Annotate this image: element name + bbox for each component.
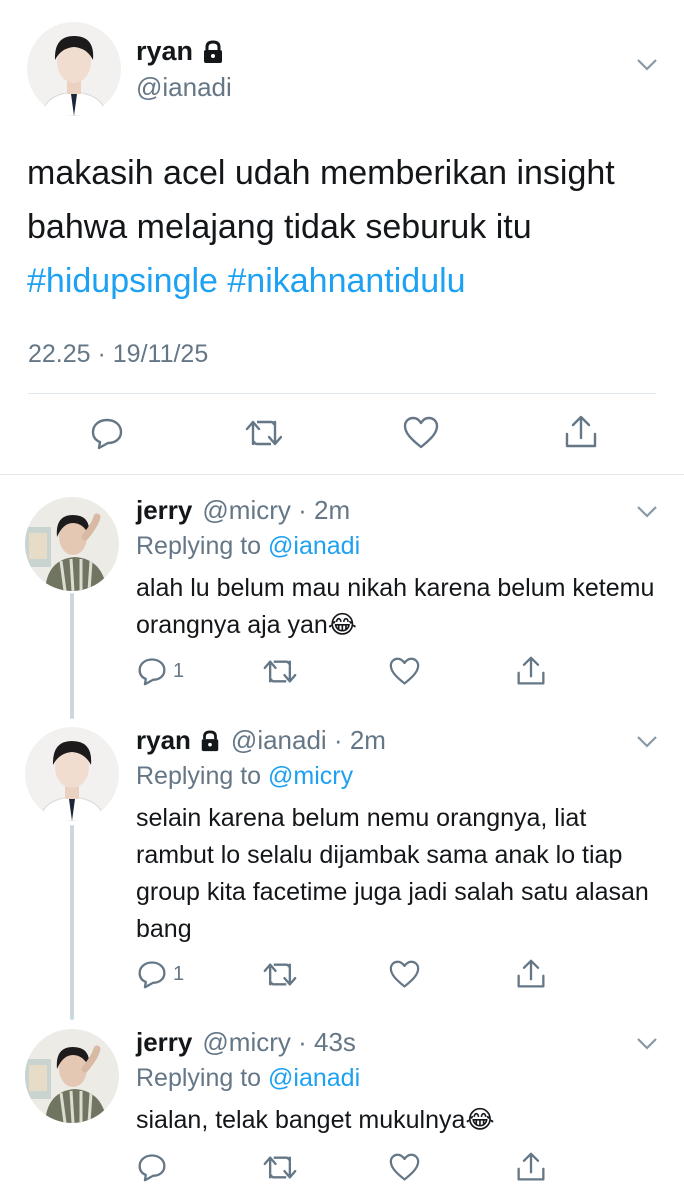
reply-author-name[interactable]: jerry <box>136 495 192 526</box>
reply-count: 1 <box>173 962 185 985</box>
share-icon[interactable] <box>516 958 546 990</box>
tweet-timestamp[interactable]: 22.25 · 19/11/25 <box>28 340 208 369</box>
reply-icon[interactable] <box>137 1152 173 1182</box>
retweet-icon[interactable] <box>245 418 283 448</box>
chevron-down-icon[interactable] <box>636 735 658 749</box>
reply-text: sialan, telak banget mukulnya😂 <box>136 1106 495 1134</box>
reply-header: jerry @micry · 43s <box>136 1027 356 1058</box>
avatar-jerry[interactable] <box>25 497 119 591</box>
reply-header: ryan @ianadi · 2m <box>136 725 386 756</box>
reply-tweet[interactable]: jerry @micry · 2m Replying to @ianadi al… <box>0 475 684 715</box>
retweet-icon[interactable] <box>263 1154 297 1181</box>
reply-author-name[interactable]: ryan <box>136 725 191 756</box>
author-name-row[interactable]: ryan <box>136 36 225 67</box>
tweet-thread-page: ryan @ianadi makasih acel udah memberika… <box>0 0 684 1200</box>
chevron-down-icon[interactable] <box>636 505 658 519</box>
reply-handle-time[interactable]: @ianadi · 2m <box>231 725 386 756</box>
share-icon[interactable] <box>564 414 598 450</box>
divider <box>28 393 656 394</box>
reply-icon[interactable] <box>90 416 124 450</box>
tweet-text: makasih acel udah memberikan insight bah… <box>27 146 662 308</box>
main-tweet: ryan @ianadi makasih acel udah memberika… <box>0 0 684 475</box>
retweet-icon[interactable] <box>263 658 297 685</box>
mention-link[interactable]: @ianadi <box>268 1064 360 1092</box>
replying-to-line: Replying to @ianadi <box>136 532 360 561</box>
retweet-icon[interactable] <box>263 961 297 988</box>
reply-handle-time[interactable]: @micry · 2m <box>202 495 350 526</box>
reply-count: 1 <box>173 659 185 682</box>
reply-author-name[interactable]: jerry <box>136 1027 192 1058</box>
reply-icon[interactable]: 1 <box>137 959 184 989</box>
lock-icon <box>201 39 225 64</box>
author-handle[interactable]: @ianadi <box>136 72 232 103</box>
replying-to-label: Replying to <box>136 1064 262 1092</box>
like-icon[interactable] <box>403 416 439 450</box>
mention-link[interactable]: @micry <box>268 762 353 790</box>
reply-text: alah lu belum mau nikah karena belum ket… <box>136 574 655 639</box>
like-icon[interactable] <box>389 960 420 989</box>
replying-to-line: Replying to @ianadi <box>136 1064 360 1093</box>
reply-icon[interactable]: 1 <box>137 656 184 686</box>
share-icon[interactable] <box>516 1151 546 1183</box>
like-icon[interactable] <box>389 657 420 686</box>
like-icon[interactable] <box>389 1153 420 1182</box>
hashtag-link[interactable]: #hidupsingle <box>27 262 218 300</box>
lock-icon <box>199 729 221 752</box>
tweet-actions <box>0 408 684 458</box>
avatar-ryan[interactable] <box>25 727 119 821</box>
replying-to-label: Replying to <box>136 532 262 560</box>
replying-to-line: Replying to @micry <box>136 762 353 791</box>
reply-text: selain karena belum nemu orangnya, liat … <box>136 804 649 943</box>
reply-header: jerry @micry · 2m <box>136 495 350 526</box>
chevron-down-icon[interactable] <box>636 1037 658 1051</box>
mention-link[interactable]: @ianadi <box>268 532 360 560</box>
hashtag-link[interactable]: #nikahnantidulu <box>227 262 465 300</box>
reply-handle-time[interactable]: @micry · 43s <box>202 1027 356 1058</box>
avatar-ryan[interactable] <box>27 22 121 116</box>
author-name[interactable]: ryan <box>136 36 193 67</box>
share-icon[interactable] <box>516 655 546 687</box>
tweet-text-body: makasih acel udah memberikan insight bah… <box>27 154 615 246</box>
reply-tweet[interactable]: jerry @micry · 43s Replying to @ianadi s… <box>0 1007 684 1200</box>
reply-tweet[interactable]: ryan @ianadi · 2m Replying to @micry sel… <box>0 705 684 1015</box>
chevron-down-icon[interactable] <box>636 58 658 72</box>
avatar-jerry[interactable] <box>25 1029 119 1123</box>
replying-to-label: Replying to <box>136 762 262 790</box>
